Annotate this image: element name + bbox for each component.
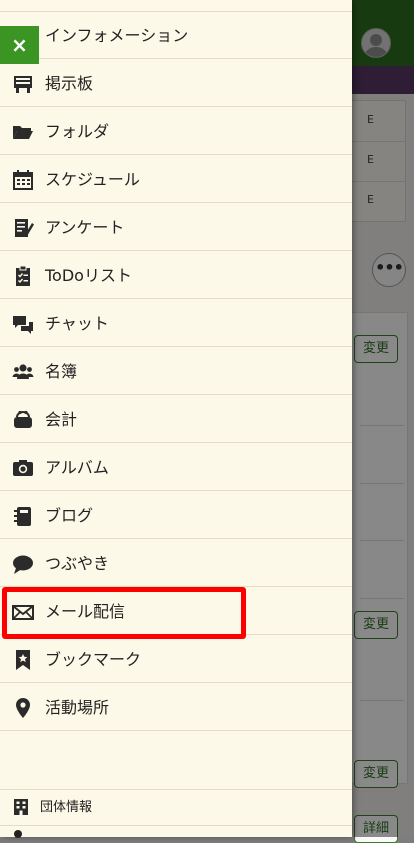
menu-item-label: フォルダ xyxy=(45,122,110,141)
menu-item-organization-info[interactable]: 団体情報 xyxy=(0,790,352,825)
menu-item-information[interactable]: インフォメーション xyxy=(0,12,352,59)
side-drawer: × インフォメーション 掲示板 フォルダ スケジュール アンケート ToDoリス… xyxy=(0,0,352,838)
menu-item-label: チャット xyxy=(45,314,109,333)
menu-item-label: メール配信 xyxy=(45,602,126,621)
bookmark-icon xyxy=(12,649,34,671)
menu-item-survey[interactable]: アンケート xyxy=(0,204,352,251)
survey-icon xyxy=(12,217,34,239)
blog-notebook-icon xyxy=(12,505,34,527)
folder-icon xyxy=(12,121,34,143)
menu-item-label: アルバム xyxy=(45,458,109,477)
speech-bubble-icon xyxy=(12,553,34,575)
menu-item-members[interactable]: 名簿 xyxy=(0,348,352,395)
menu-item-label: 団体情報 xyxy=(40,800,93,815)
menu-item-tweets[interactable]: つぶやき xyxy=(0,540,352,587)
menu-item-mail-delivery[interactable]: メール配信 xyxy=(0,588,352,635)
menu-item-label: スケジュール xyxy=(45,170,140,189)
menu-item-folder[interactable]: フォルダ xyxy=(0,108,352,155)
camera-icon xyxy=(12,457,34,479)
menu-item-label: ブログ xyxy=(45,506,94,525)
menu-item-label: 掲示板 xyxy=(45,74,94,93)
menu-item-label: 名簿 xyxy=(45,362,78,381)
menu-item-label: つぶやき xyxy=(45,554,110,573)
menu-item-bulletin-board[interactable]: 掲示板 xyxy=(0,60,352,107)
members-icon xyxy=(12,361,34,383)
menu-item-label: 会計 xyxy=(45,410,78,429)
close-drawer-button[interactable]: × xyxy=(0,26,39,64)
menu-item-label: 活動場所 xyxy=(45,698,110,717)
bulletin-board-icon xyxy=(12,73,34,95)
menu-item-chat[interactable]: チャット xyxy=(0,300,352,347)
menu-item-activity-location[interactable]: 活動場所 xyxy=(0,684,352,731)
menu-item-label: アンケート xyxy=(45,218,125,237)
menu-item-label: ブックマーク xyxy=(45,650,142,669)
chat-icon xyxy=(12,313,34,335)
wallet-icon xyxy=(12,409,34,431)
envelope-icon xyxy=(12,601,34,623)
menu-item-bookmark[interactable]: ブックマーク xyxy=(0,636,352,683)
menu-item-todo-list[interactable]: ToDoリスト xyxy=(0,252,352,299)
menu-item-accounting[interactable]: 会計 xyxy=(0,396,352,443)
menu-item-album[interactable]: アルバム xyxy=(0,444,352,491)
location-pin-icon xyxy=(12,697,34,719)
menu-item-schedule[interactable]: スケジュール xyxy=(0,156,352,203)
building-icon xyxy=(12,798,30,816)
todo-clipboard-icon xyxy=(12,265,34,287)
menu-item-blog[interactable]: ブログ xyxy=(0,492,352,539)
menu-item-label: ToDoリスト xyxy=(45,266,132,285)
menu-item-label: インフォメーション xyxy=(45,26,189,45)
calendar-icon xyxy=(12,169,34,191)
